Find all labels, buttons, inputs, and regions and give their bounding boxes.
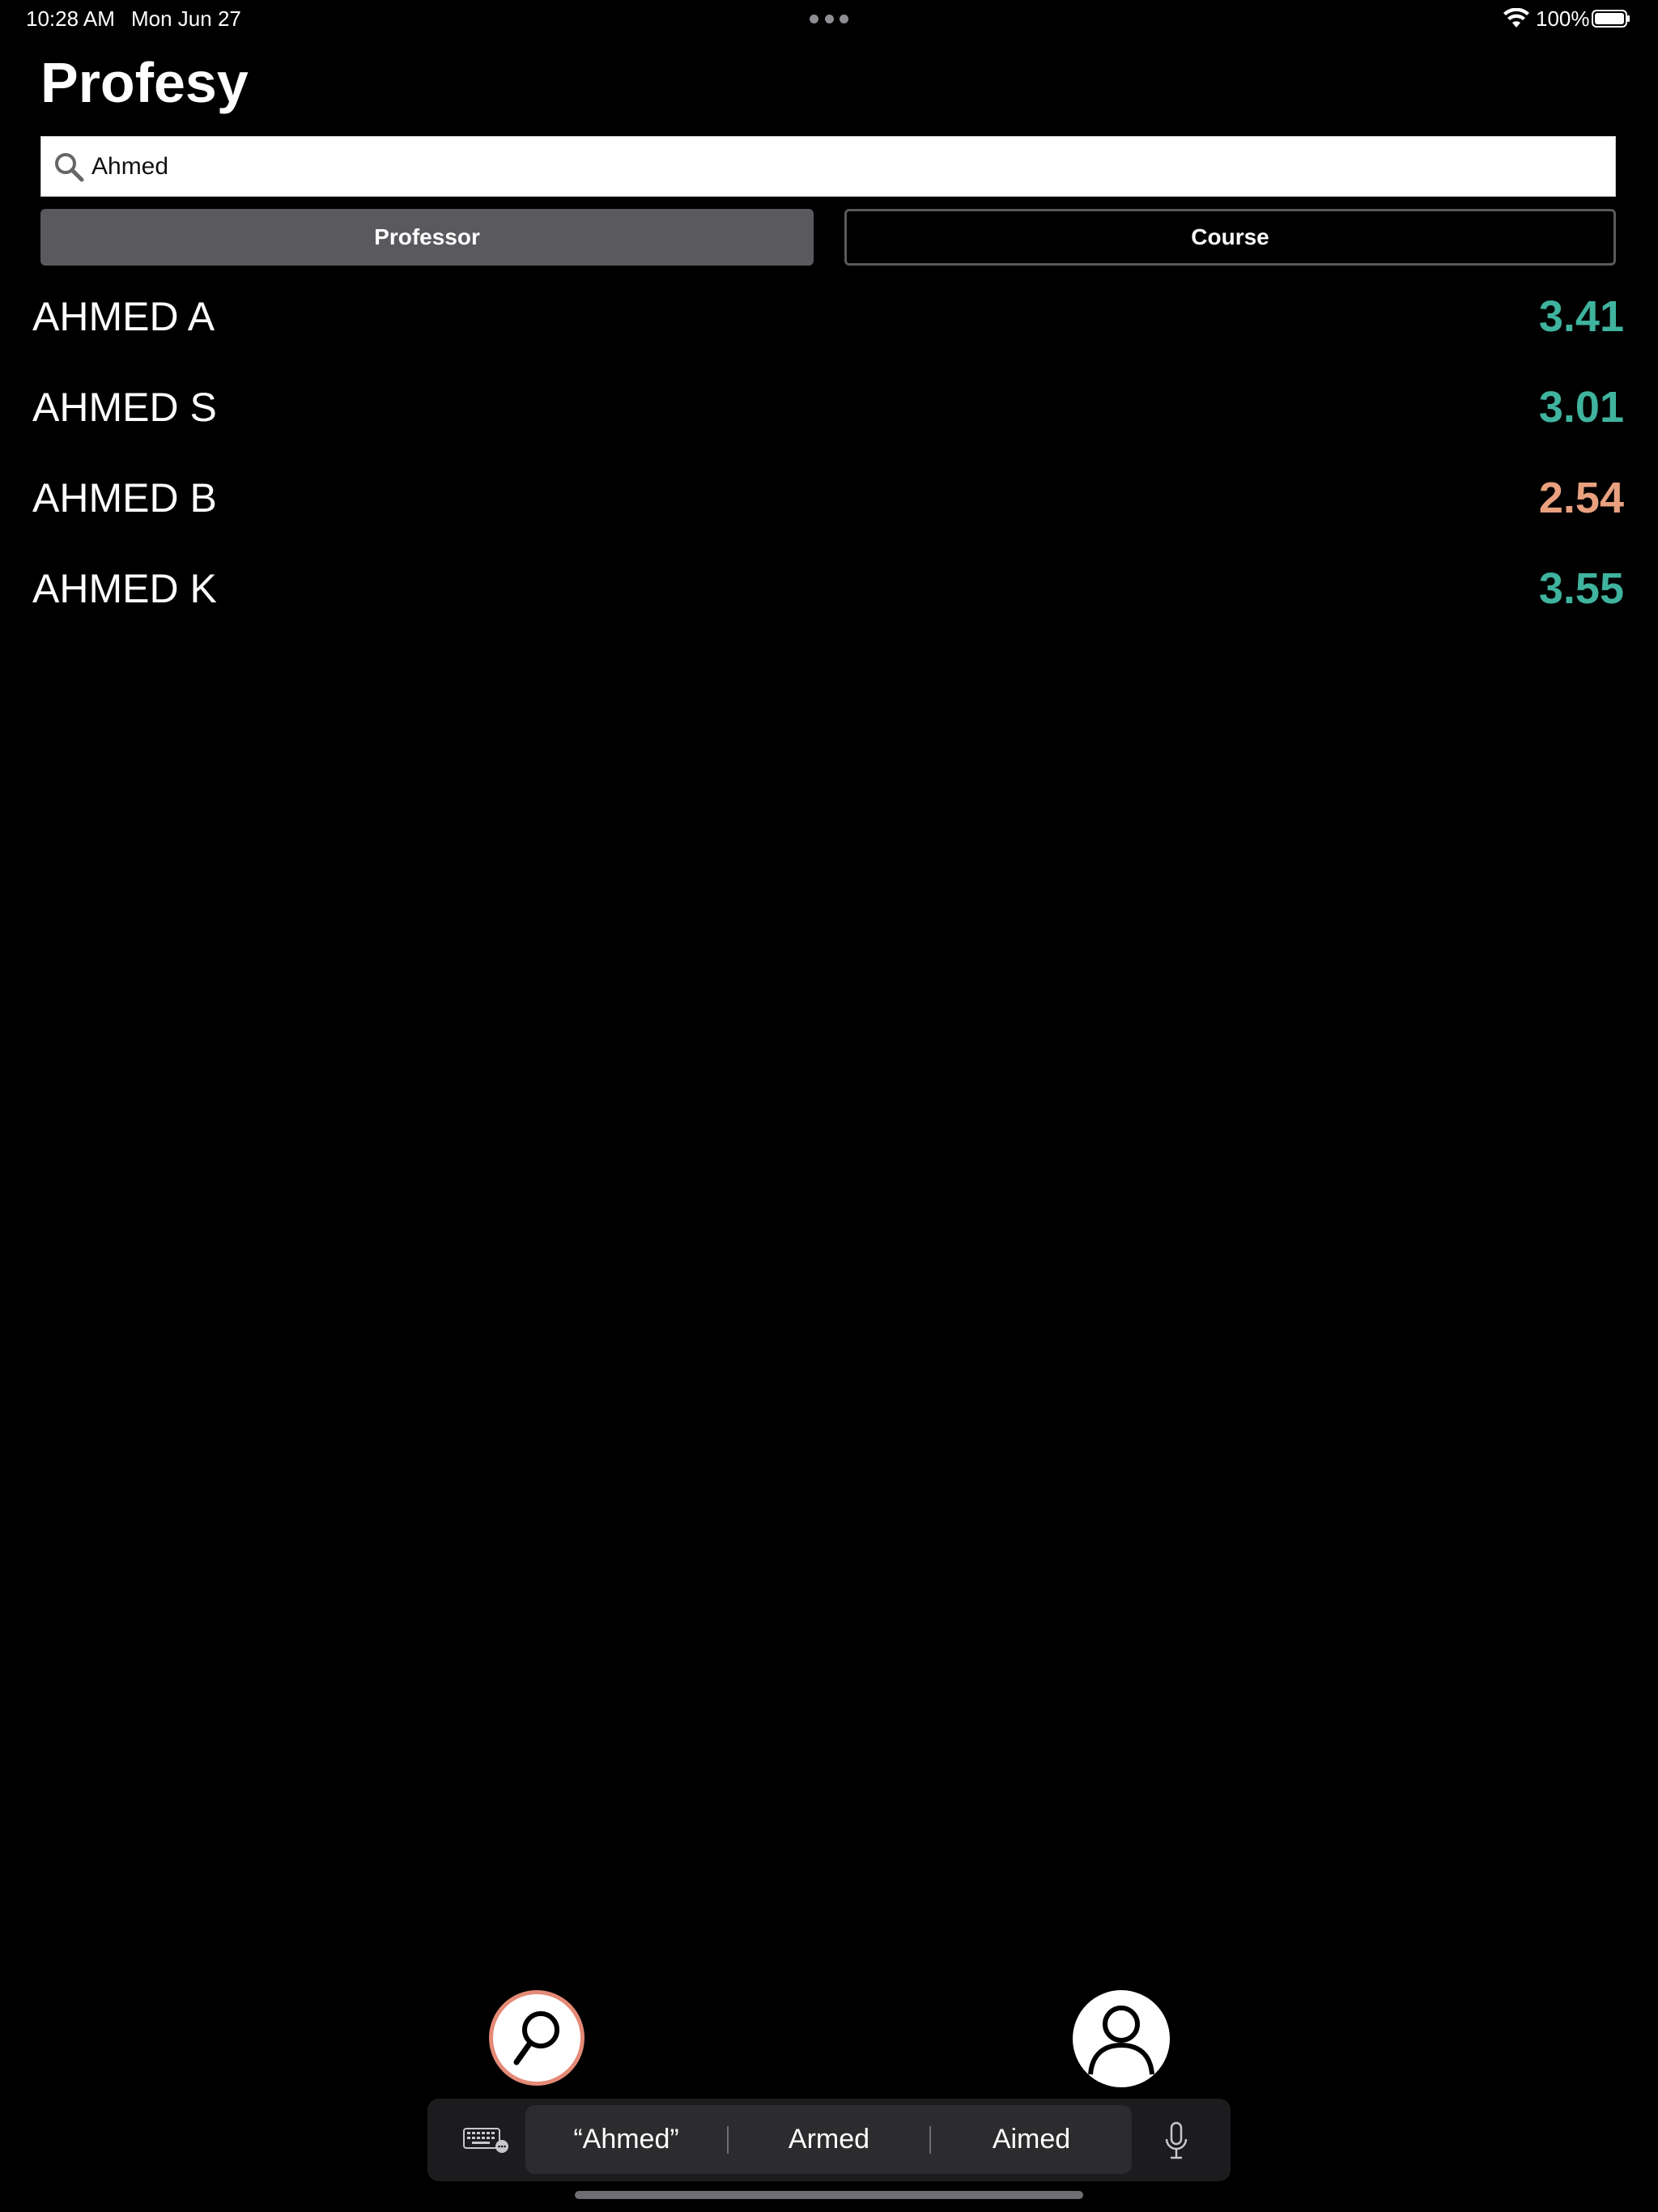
result-row[interactable]: AHMED S 3.01 xyxy=(0,368,1658,458)
multitasking-dots-icon[interactable] xyxy=(810,15,848,24)
status-date: Mon Jun 27 xyxy=(131,6,241,31)
result-row[interactable]: AHMED A 3.41 xyxy=(0,277,1658,368)
app-title: Profesy xyxy=(40,51,249,114)
professor-name: AHMED A xyxy=(32,294,215,339)
result-row[interactable]: AHMED K 3.55 xyxy=(0,549,1658,640)
suggestion-2[interactable]: Armed xyxy=(729,2105,929,2174)
tab-search[interactable] xyxy=(489,1990,585,2086)
magnifier-icon xyxy=(513,2011,559,2065)
suggestion-1[interactable]: “Ahmed” xyxy=(525,2105,727,2174)
battery-percentage: 100% xyxy=(1536,6,1590,31)
battery-icon xyxy=(1592,10,1630,28)
search-icon xyxy=(55,152,84,181)
search-bar[interactable] xyxy=(40,136,1616,197)
wifi-icon xyxy=(1503,8,1529,28)
professor-name: AHMED S xyxy=(32,385,217,430)
keyboard-icon[interactable] xyxy=(463,2126,510,2154)
result-row[interactable]: AHMED B 2.54 xyxy=(0,458,1658,549)
home-indicator[interactable] xyxy=(575,2191,1083,2199)
rating-score: 3.55 xyxy=(1538,564,1624,613)
quicktype-suggestions: “Ahmed” Armed Aimed xyxy=(525,2105,1132,2174)
search-input[interactable] xyxy=(90,151,1550,181)
rating-score: 3.01 xyxy=(1538,383,1624,432)
suggestion-3[interactable]: Aimed xyxy=(931,2105,1132,2174)
person-icon xyxy=(1088,2006,1154,2075)
segment-professor[interactable]: Professor xyxy=(40,209,814,266)
professor-name: AHMED B xyxy=(32,475,217,521)
rating-score: 3.41 xyxy=(1538,292,1624,341)
microphone-icon[interactable] xyxy=(1163,2121,1190,2162)
segment-course[interactable]: Course xyxy=(844,209,1616,266)
professor-name: AHMED K xyxy=(32,566,217,611)
tab-profile[interactable] xyxy=(1073,1990,1170,2087)
status-time: 10:28 AM xyxy=(26,6,115,31)
rating-score: 2.54 xyxy=(1538,474,1624,522)
